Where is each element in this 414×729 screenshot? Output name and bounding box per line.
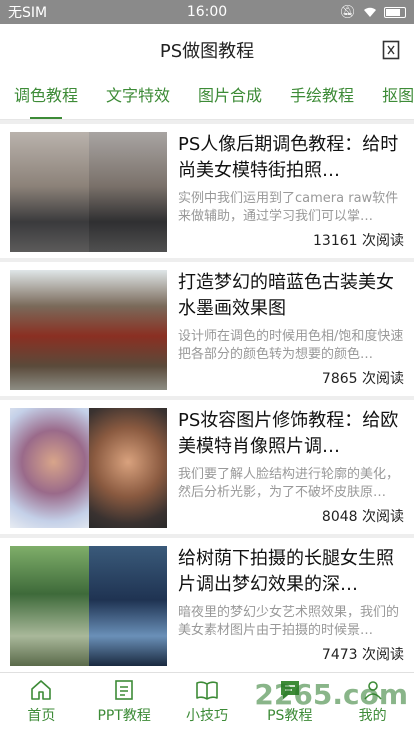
watermark-logo: 2265.com: [254, 678, 408, 711]
article-desc: 暗夜里的梦幻少女艺术照效果，我们的美女素材图片由于拍摄的时候景…: [178, 605, 400, 638]
read-count: 7473 次阅读: [321, 647, 404, 663]
book-icon: [196, 680, 218, 700]
tab-text-effects[interactable]: 文字特效: [92, 76, 184, 119]
nav-tips[interactable]: 小技巧: [166, 673, 249, 729]
tab-color-grading[interactable]: 调色教程: [0, 76, 92, 119]
article-desc: 实例中我们运用到了camera raw软件来做辅助，通过学习我们可以掌…: [178, 191, 399, 224]
tab-cutout[interactable]: 抠图: [368, 76, 414, 119]
document-icon: [115, 679, 133, 700]
app-bar: PS做图教程: [0, 24, 414, 76]
tab-photo-compositing[interactable]: 图片合成: [184, 76, 276, 119]
article-thumbnail: [10, 132, 167, 252]
tab-hand-drawing[interactable]: 手绘教程: [276, 76, 368, 119]
nav-home-label: 首页: [27, 707, 56, 724]
battery-icon: [384, 6, 406, 18]
article-title: 给树荫下拍摄的长腿女生照片调出梦幻效果的深…: [178, 548, 394, 595]
article-thumbnail: [10, 408, 167, 528]
category-tabs: 调色教程 文字特效 图片合成 手绘教程 抠图: [0, 76, 414, 120]
article-list: PS人像后期调色教程：给时尚美女模特街拍照… 实例中我们运用到了camera r…: [0, 120, 414, 672]
nav-tips-label: 小技巧: [185, 707, 228, 724]
page-title: PS做图教程: [159, 41, 255, 62]
list-item[interactable]: PS妆容图片修饰教程：给欧美模特肖像照片调… 我们要了解人脸结构进行轮廓的美化，…: [0, 396, 414, 534]
list-item[interactable]: PS人像后期调色教程：给时尚美女模特街拍照… 实例中我们运用到了camera r…: [0, 120, 414, 258]
article-desc: 我们要了解人脸结构进行轮廓的美化，然后分析光影，为了不破坏皮肤原…: [178, 467, 400, 500]
read-count: 8048 次阅读: [321, 509, 404, 525]
article-title: PS妆容图片修饰教程：给欧美模特肖像照片调…: [178, 410, 399, 457]
read-count: 13161 次阅读: [313, 233, 404, 249]
nav-ppt-label: PPT教程: [97, 707, 151, 724]
list-item[interactable]: 给树荫下拍摄的长腿女生照片调出梦幻效果的深… 暗夜里的梦幻少女艺术照效果，我们的…: [0, 534, 414, 672]
article-title: PS人像后期调色教程：给时尚美女模特街拍照…: [178, 134, 399, 181]
home-icon: [31, 679, 52, 700]
status-bar: 无SIM 16:00 🔕︎: [0, 0, 414, 24]
article-thumbnail: [10, 270, 167, 390]
list-item[interactable]: 打造梦幻的暗蓝色古装美女水墨画效果图 设计师在调色的时候用色相/饱和度快速把各部…: [0, 258, 414, 396]
read-count: 7865 次阅读: [321, 371, 404, 387]
nav-ppt[interactable]: PPT教程: [83, 673, 166, 729]
article-thumbnail: [10, 546, 167, 666]
history-icon[interactable]: [382, 40, 400, 60]
nav-home[interactable]: 首页: [0, 673, 83, 729]
article-title: 打造梦幻的暗蓝色古装美女水墨画效果图: [178, 272, 394, 319]
clock: 16:00: [186, 4, 228, 20]
article-desc: 设计师在调色的时候用色相/饱和度快速把各部分的颜色转为想要的颜色…: [178, 329, 404, 362]
